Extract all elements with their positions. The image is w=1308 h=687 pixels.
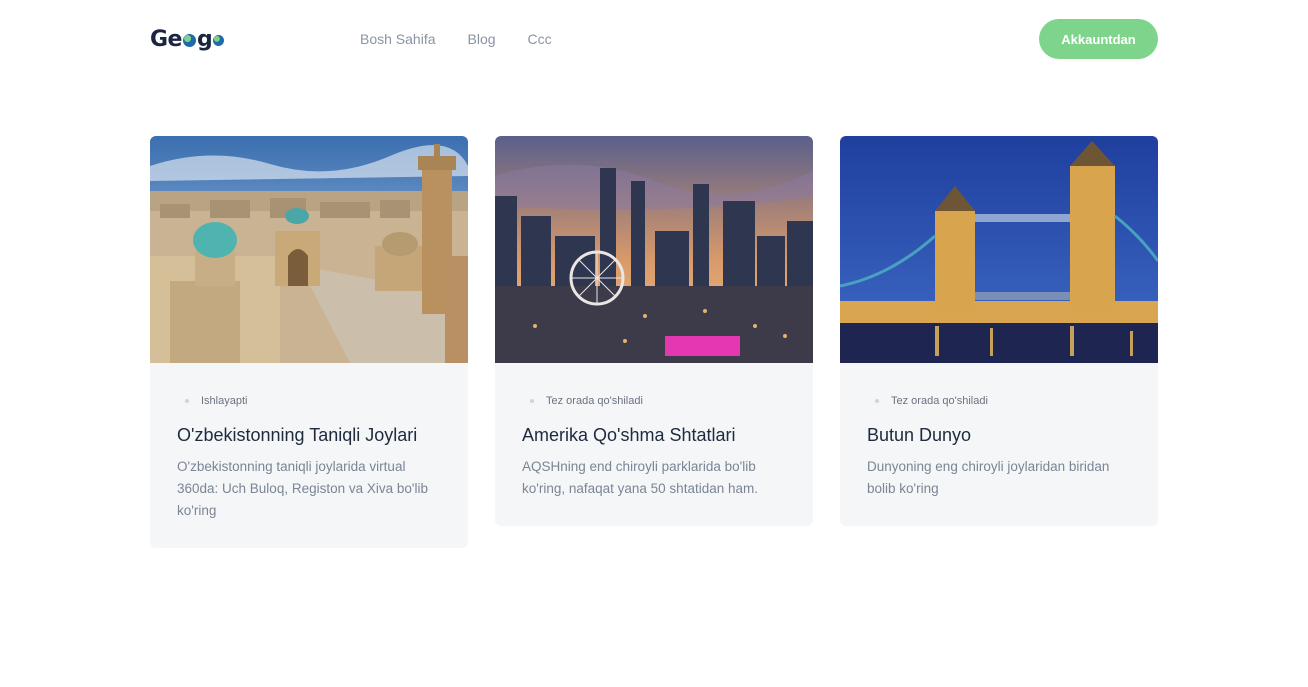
- card-title[interactable]: Butun Dunyo: [867, 423, 1131, 447]
- bukhara-old-city-photo: [150, 136, 468, 363]
- status-text: Tez orada qo'shiladi: [546, 395, 643, 407]
- card-description: Dunyoning eng chiroyli joylaridan birida…: [867, 459, 1110, 496]
- nav-link-blog[interactable]: Blog: [468, 31, 496, 47]
- status-badge: Ishlayapti: [177, 394, 441, 408]
- destination-card-world[interactable]: Tez orada qo'shiladi Butun Dunyo Dunyoni…: [840, 136, 1158, 526]
- status-dot-icon: [530, 399, 534, 403]
- globe-icon: [213, 34, 225, 46]
- status-dot-icon: [185, 399, 189, 403]
- nav-link-home[interactable]: Bosh Sahifa: [360, 31, 436, 47]
- atlanta-skyline-photo: [495, 136, 813, 363]
- account-button[interactable]: Akkauntdan: [1039, 19, 1158, 59]
- card-title[interactable]: O'zbekistonning Taniqli Joylari: [177, 423, 441, 447]
- nav-link-ccc[interactable]: Ccc: [528, 31, 552, 47]
- destination-card-usa[interactable]: Tez orada qo'shiladi Amerika Qo'shma Sht…: [495, 136, 813, 526]
- logo[interactable]: Ge g: [150, 23, 225, 55]
- main-nav: Bosh Sahifa Blog Ccc: [360, 19, 584, 59]
- status-badge: Tez orada qo'shiladi: [522, 394, 786, 408]
- status-dot-icon: [875, 399, 879, 403]
- card-title[interactable]: Amerika Qo'shma Shtatlari: [522, 423, 786, 447]
- tower-bridge-photo: [840, 136, 1158, 363]
- site-header: Ge g Bosh Sahifa Blog Ccc Akkauntdan: [150, 19, 1158, 59]
- globe-icon: [182, 34, 196, 47]
- card-description: O'zbekistonning taniqli joylarida virtua…: [177, 459, 428, 518]
- card-description: AQSHning end chiroyli parklarida bo'lib …: [522, 459, 758, 496]
- status-text: Tez orada qo'shiladi: [891, 395, 988, 407]
- destination-card-uzbekistan[interactable]: Ishlayapti O'zbekistonning Taniqli Joyla…: [150, 136, 468, 548]
- status-badge: Tez orada qo'shiladi: [867, 394, 1131, 408]
- status-text: Ishlayapti: [201, 395, 248, 407]
